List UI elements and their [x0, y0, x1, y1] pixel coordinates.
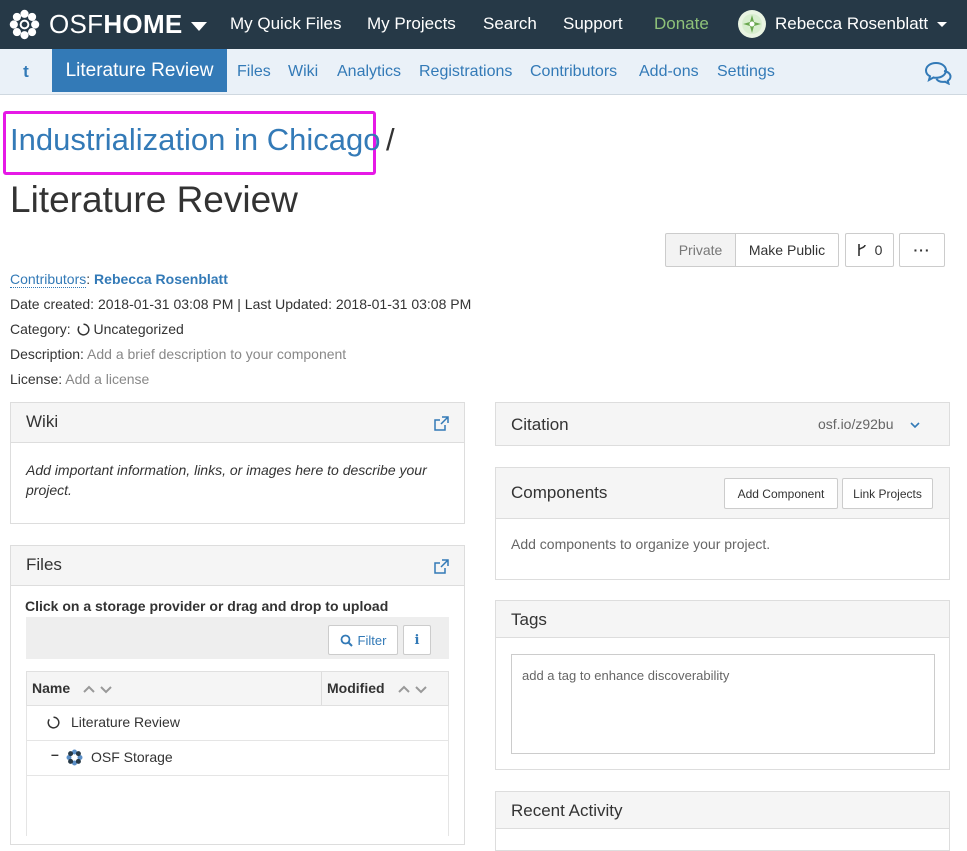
fork-count: 0: [874, 242, 883, 258]
contributor-link[interactable]: Rebecca Rosenblatt: [94, 271, 228, 287]
description-label: Description:: [10, 346, 84, 362]
tab-add-ons[interactable]: Add-ons: [639, 63, 699, 81]
category-label: Category:: [10, 321, 71, 337]
comments-icon[interactable]: [924, 61, 952, 85]
nav-my-projects[interactable]: My Projects: [367, 14, 456, 34]
files-toolbar: Filter i: [26, 617, 449, 659]
column-modified[interactable]: Modified: [327, 680, 385, 696]
page-title: Literature Review: [10, 179, 298, 220]
osf-home-brand[interactable]: OSF HOME: [0, 0, 207, 49]
recent-activity-panel: Recent Activity: [495, 791, 950, 851]
recent-activity-header: Recent Activity: [496, 792, 949, 829]
files-panel-title[interactable]: Files: [26, 555, 62, 575]
top-navbar: OSF HOME My Quick Files My Projects Sear…: [0, 0, 967, 49]
tab-files[interactable]: Files: [237, 63, 271, 81]
contributors-label[interactable]: Contributors: [10, 271, 87, 288]
avatar: [738, 10, 766, 38]
dates-line: Date created: 2018-01-31 03:08 PM | Last…: [10, 296, 472, 312]
tags-input[interactable]: add a tag to enhance discoverability: [511, 654, 935, 754]
contributors-line: Contributors: Rebecca Rosenblatt: [10, 271, 228, 288]
more-options-button[interactable]: ···: [899, 233, 945, 267]
title-separator: /: [386, 122, 395, 157]
components-title: Components: [511, 483, 608, 502]
private-button[interactable]: Private: [665, 233, 736, 267]
column-name[interactable]: Name: [32, 680, 70, 696]
category-value[interactable]: Uncategorized: [93, 321, 183, 337]
tab-analytics[interactable]: Analytics: [337, 63, 401, 81]
files-panel-header: Files: [11, 546, 464, 586]
make-public-button[interactable]: Make Public: [735, 233, 839, 267]
brand-home: HOME: [103, 9, 183, 39]
category-line: Category: Uncategorized: [10, 321, 184, 337]
link-projects-button[interactable]: Link Projects: [842, 478, 933, 509]
external-link-icon[interactable]: [434, 559, 449, 574]
search-icon: [340, 634, 353, 647]
wiki-panel-title[interactable]: Wiki: [26, 412, 58, 432]
brand-osf: OSF: [49, 9, 104, 39]
sort-arrows-icon[interactable]: [83, 684, 113, 694]
add-component-button[interactable]: Add Component: [724, 478, 838, 509]
tags-title: Tags: [511, 610, 547, 629]
fork-icon: [857, 244, 866, 256]
tab-settings[interactable]: Settings: [717, 63, 775, 81]
osf-logo-icon: [8, 8, 41, 41]
wiki-content: Add important information, links, or ima…: [26, 462, 427, 498]
wiki-panel: Wiki Add important information, links, o…: [10, 402, 465, 524]
description-value[interactable]: Add a brief description to your componen…: [87, 346, 346, 362]
parent-project-link[interactable]: t: [0, 49, 52, 95]
license-line: License: Add a license: [10, 371, 149, 387]
files-table-body: [26, 706, 449, 836]
citation-link[interactable]: osf.io/z92bu: [818, 416, 894, 432]
column-divider: [321, 672, 322, 705]
tags-panel: Tags add a tag to enhance discoverabilit…: [495, 600, 950, 770]
info-button[interactable]: i: [403, 625, 431, 655]
components-panel-header: Components Add Component Link Projects: [496, 468, 949, 519]
chevron-down-icon: [190, 22, 207, 31]
description-line: Description: Add a brief description to …: [10, 346, 346, 362]
license-label: License:: [10, 371, 63, 387]
nav-search[interactable]: Search: [483, 14, 537, 34]
filter-button[interactable]: Filter: [328, 625, 398, 655]
parent-project-title[interactable]: Industrialization in Chicago: [10, 122, 381, 158]
tags-panel-header: Tags: [496, 601, 949, 638]
nav-donate[interactable]: Donate: [654, 14, 709, 34]
citation-panel[interactable]: Citation osf.io/z92bu: [495, 402, 950, 446]
tab-contributors[interactable]: Contributors: [530, 63, 617, 81]
sort-arrows-icon[interactable]: [398, 684, 428, 694]
nav-my-quick-files[interactable]: My Quick Files: [230, 14, 341, 34]
recent-activity-title: Recent Activity: [511, 801, 623, 820]
components-panel: Components Add Component Link Projects A…: [495, 467, 950, 580]
components-empty-text: Add components to organize your project.: [511, 536, 771, 552]
caret-down-icon: [937, 21, 948, 27]
wiki-panel-header: Wiki: [11, 403, 464, 443]
circle-notch-icon: [77, 323, 90, 336]
citation-title: Citation: [511, 415, 569, 434]
filter-label: Filter: [357, 632, 387, 648]
info-icon: i: [414, 632, 420, 648]
tab-literature-review[interactable]: Literature Review: [52, 49, 227, 92]
tags-placeholder: add a tag to enhance discoverability: [522, 668, 730, 683]
upload-instruction: Click on a storage provider or drag and …: [25, 598, 389, 614]
user-avatar-icon: [742, 14, 762, 34]
project-navbar: t Literature Review Files Wiki Analytics…: [0, 49, 967, 95]
external-link-icon[interactable]: [434, 416, 449, 431]
fork-button[interactable]: 0: [845, 233, 894, 267]
user-name: Rebecca Rosenblatt: [775, 14, 929, 33]
tab-wiki[interactable]: Wiki: [288, 63, 318, 81]
files-table-header: Name Modified: [26, 671, 449, 706]
license-value[interactable]: Add a license: [65, 371, 149, 387]
chevron-down-icon[interactable]: [910, 422, 920, 429]
user-menu[interactable]: Rebecca Rosenblatt: [738, 10, 948, 38]
nav-support[interactable]: Support: [563, 14, 623, 34]
tab-registrations[interactable]: Registrations: [419, 63, 512, 81]
contributors-colon: :: [86, 271, 91, 287]
